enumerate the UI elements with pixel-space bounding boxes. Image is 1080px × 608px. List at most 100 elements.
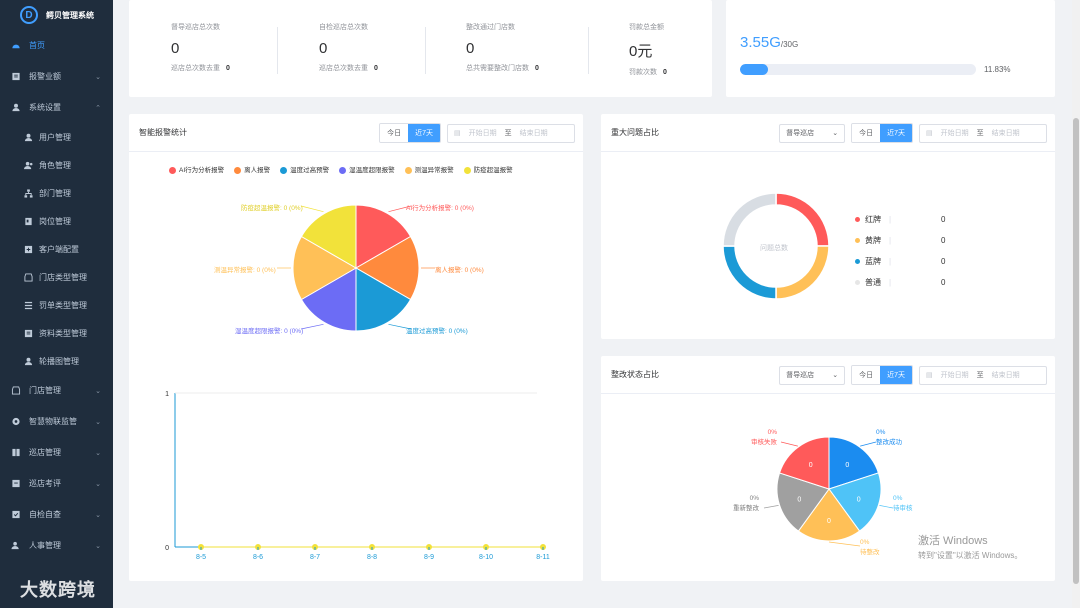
page-scrollbar[interactable]	[1072, 0, 1080, 608]
sidebar-item-carousel[interactable]: 轮播图管理	[0, 347, 113, 375]
pie-label: 0% 重新整改	[733, 495, 759, 512]
sidebar-item-alarm[interactable]: 报警业额 ⌄	[0, 61, 113, 92]
store-icon	[11, 386, 21, 395]
image-icon	[24, 357, 33, 365]
pie-label-pct: 0%	[749, 495, 759, 502]
stat-rectify: 整改通过门店数 0 总共需要整改门店数 0	[466, 22, 596, 73]
divider	[277, 27, 278, 74]
pie-leader-line	[828, 541, 861, 547]
watermark-line2: 转到"设置"以激活 Windows。	[918, 551, 1023, 560]
pie-leader-line	[300, 323, 324, 330]
sidebar-item-post-manage[interactable]: 岗位管理	[0, 207, 113, 235]
sidebar-item-patrol[interactable]: 巡店管理 ⌄	[0, 437, 113, 468]
sidebar-item-role-manage[interactable]: 角色管理	[0, 151, 113, 179]
sidebar-item-ticket-type[interactable]: 罚单类型管理	[0, 291, 113, 319]
storage-card: 3.55G/30G 11.83%	[726, 0, 1055, 97]
sidebar: D 鳄贝管理系统 首页 报警业额 ⌄ 系统设置 ⌃ 用户管理 角色管理 部门管理…	[0, 0, 113, 608]
legend-label: 红牌	[865, 215, 881, 224]
legend-separator: |	[889, 215, 892, 224]
donut-center-label: 问题总数	[760, 245, 788, 252]
sidebar-item-label: 首页	[29, 41, 45, 50]
stat-fine: 罚款总金额 0元 罚款次数 0	[629, 22, 709, 77]
sidebar-item-client-config[interactable]: 客户端配置	[0, 235, 113, 263]
sidebar-item-evaluate[interactable]: 巡店考评 ⌄	[0, 468, 113, 499]
scrollbar-thumb[interactable]	[1073, 118, 1079, 584]
document-icon	[12, 72, 20, 81]
pie-slice-value: 0	[827, 518, 831, 525]
major-issue-card: 重大问题占比 督导巡店 ⌄ 今日 近7天 ▤ 开始日期 至 结束日期 红牌 | 0 黄…	[601, 114, 1055, 339]
sidebar-item-store-manage[interactable]: 门店管理 ⌄	[0, 375, 113, 406]
pie-label-pct: 0%	[767, 429, 777, 436]
legend-dot	[855, 238, 860, 243]
sidebar-item-label: 角色管理	[39, 160, 71, 170]
pie-slice-value: 0	[809, 462, 813, 469]
start-date-input[interactable]: 开始日期	[941, 128, 969, 138]
sidebar-item-label: 智慧物联监管	[29, 417, 77, 426]
pie-leader-line	[763, 505, 779, 509]
legend-dot	[855, 217, 860, 222]
storage-used: 3.55G	[740, 34, 781, 51]
config-icon	[24, 245, 33, 253]
sidebar-item-label: 巡店考评	[29, 479, 61, 488]
storage-percent: 11.83%	[984, 65, 1011, 74]
donut-slice	[775, 245, 830, 300]
legend-label: 普通	[865, 278, 881, 287]
stat-value: 0	[319, 40, 328, 57]
pie-label-name: 待审核	[893, 505, 913, 512]
divider	[425, 27, 426, 74]
user-icon	[24, 133, 33, 141]
end-date-input[interactable]: 结束日期	[992, 128, 1020, 138]
evaluate-icon	[12, 479, 20, 488]
date-range-picker[interactable]: ▤ 开始日期 至 结束日期	[919, 123, 1047, 143]
chevron-down-icon: ⌄	[95, 449, 101, 457]
sidebar-item-hr[interactable]: 人事管理 ⌄	[0, 530, 113, 561]
stat-self-check: 自检巡店总次数 0 巡店总次数去重 0	[319, 22, 449, 73]
app-logo: D 鳄贝管理系统	[0, 0, 113, 30]
sidebar-item-dept-manage[interactable]: 部门管理	[0, 179, 113, 207]
pie-label: AI行为分析报警: 0 (0%)	[406, 205, 474, 212]
seven-days-button[interactable]: 近7天	[880, 124, 912, 142]
sidebar-item-iot[interactable]: 智慧物联监管 ⌄	[0, 406, 113, 437]
pie-label-pct: 0%	[860, 539, 870, 546]
pie-slice-value: 0	[857, 497, 861, 504]
sidebar-item-settings[interactable]: 系统设置 ⌃	[0, 92, 113, 123]
divider	[588, 27, 589, 74]
y-tick-label: 1	[165, 391, 169, 398]
user-icon	[12, 103, 20, 112]
x-tick-label: 8-8	[367, 554, 377, 561]
today-button[interactable]: 今日	[852, 124, 881, 142]
stat-supervise: 督导巡店总次数 0 巡店总次数去重 0	[171, 22, 301, 73]
stat-label: 督导巡店总次数	[171, 24, 220, 31]
pie-label-pct: 0%	[893, 495, 903, 502]
legend-row: 红牌 | 0	[855, 209, 945, 230]
pie-label: 湿温度超限报警: 0 (0%)	[235, 328, 304, 335]
sidebar-item-user-manage[interactable]: 用户管理	[0, 123, 113, 151]
sidebar-item-home[interactable]: 首页	[0, 30, 113, 61]
sidebar-item-data-type[interactable]: 资料类型管理	[0, 319, 113, 347]
stat-value: 0	[466, 40, 475, 57]
pie-label-pct: 0%	[876, 429, 886, 436]
x-tick-label: 8-11	[536, 554, 550, 561]
stat-sub: 罚款次数 0	[629, 67, 709, 77]
x-tick-label: 8-6	[253, 554, 263, 561]
pie-slice-value: 0	[845, 462, 849, 469]
donut-slice	[775, 192, 830, 247]
settings-submenu: 用户管理 角色管理 部门管理 岗位管理 客户端配置 门店类型管理 罚单类型管理	[0, 123, 113, 375]
pie-slice-value: 0	[797, 497, 801, 504]
legend-value: 0	[941, 257, 946, 266]
pie-label: 测温异常报警: 0 (0%)	[214, 267, 276, 274]
sidebar-item-label: 报警业额	[29, 72, 61, 81]
legend-label: 黄牌	[865, 236, 881, 245]
sidebar-item-self-check[interactable]: 自检自查 ⌄	[0, 499, 113, 530]
store-icon	[24, 272, 33, 282]
alarm-pie-chart	[277, 204, 435, 332]
legend-value: 0	[941, 278, 946, 287]
windows-activation-watermark: 激活 Windows 转到"设置"以激活 Windows。	[918, 532, 1022, 561]
sidebar-item-store-type[interactable]: 门店类型管理	[0, 263, 113, 291]
sidebar-item-label: 岗位管理	[39, 216, 71, 226]
storage-progress-fill	[740, 64, 768, 75]
legend-label: 蓝牌	[865, 257, 881, 266]
sidebar-item-label: 部门管理	[39, 188, 71, 198]
stats-card: 督导巡店总次数 0 巡店总次数去重 0 自检巡店总次数 0 巡店总次数去重 0 整改…	[129, 0, 712, 97]
people-icon	[11, 541, 19, 550]
